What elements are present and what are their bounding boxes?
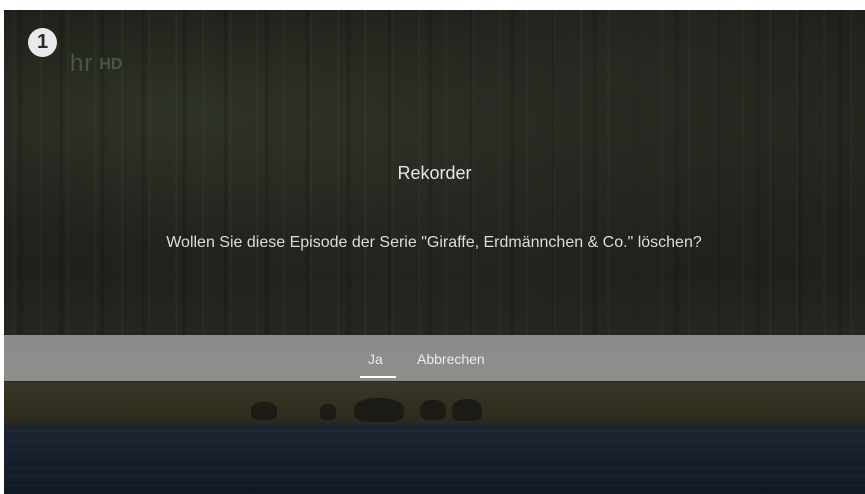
channel-logo-text: hr [70, 50, 94, 77]
water-ripples [4, 424, 865, 494]
focus-indicator [360, 376, 396, 378]
channel-number-badge: 1 [28, 28, 57, 57]
cancel-button[interactable]: Abbrechen [417, 351, 485, 367]
tv-screen: 1 hr HD Rekorder Wollen Sie diese Episode… [4, 10, 865, 494]
channel-logo: hr HD [70, 50, 122, 78]
dialog-title: Rekorder [397, 163, 472, 183]
animal-silhouette [420, 400, 446, 420]
animal-silhouette [452, 399, 482, 421]
cancel-button-label: Abbrechen [417, 351, 485, 367]
confirm-button-label: Ja [368, 351, 383, 367]
animal-silhouette [320, 404, 336, 420]
confirm-button[interactable]: Ja [360, 351, 396, 378]
dialog-action-bar: Ja Abbrechen [4, 335, 865, 381]
dialog-message: Wollen Sie diese Episode der Serie "Gira… [166, 234, 702, 251]
hd-badge: HD [99, 56, 123, 73]
animal-silhouette [354, 398, 404, 422]
animal-silhouette [251, 402, 277, 420]
